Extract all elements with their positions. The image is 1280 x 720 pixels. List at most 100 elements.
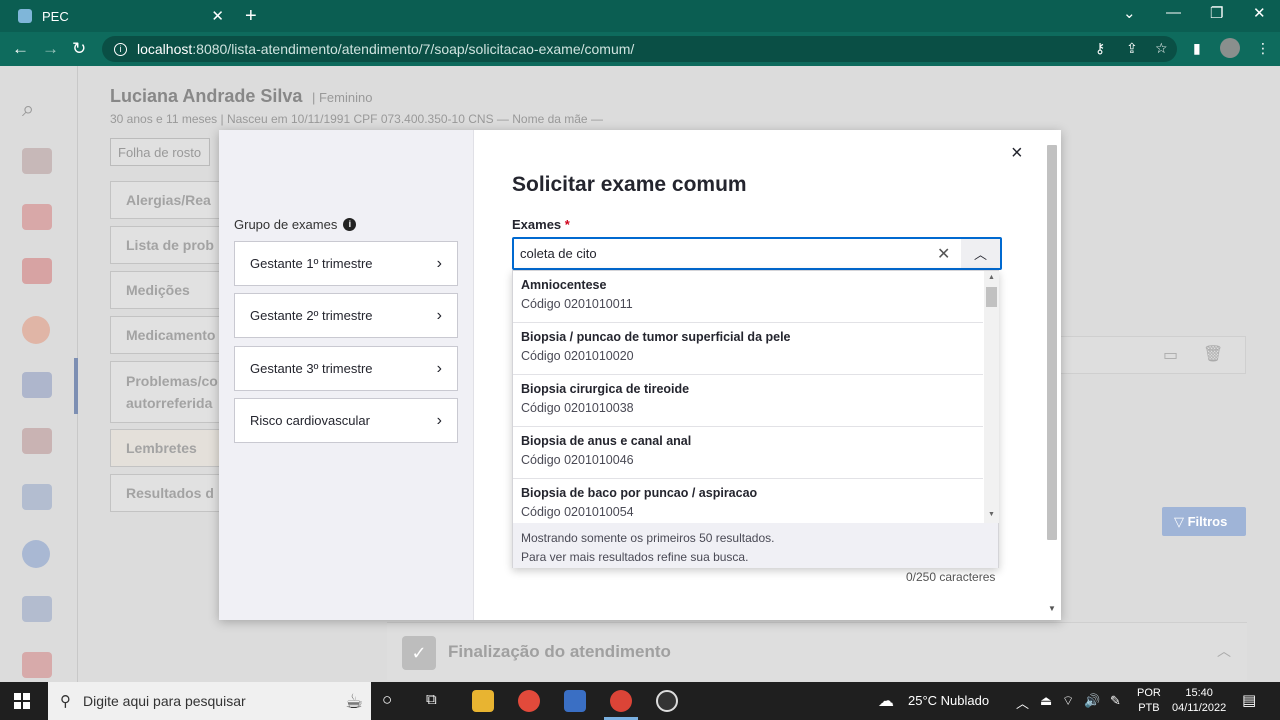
notification-icon[interactable]: ▤ bbox=[1242, 691, 1256, 709]
list-item[interactable]: Amniocentese Código 0201010011 bbox=[513, 271, 983, 323]
tab-close-icon[interactable]: ✕ bbox=[211, 7, 224, 25]
search-icon[interactable]: ⌕ bbox=[22, 96, 52, 122]
clear-icon[interactable]: ✕ bbox=[937, 244, 950, 264]
tray-chevron-icon[interactable]: ︿ bbox=[1016, 693, 1029, 712]
list-item[interactable]: Biopsia de baco por puncao / aspiracao C… bbox=[513, 479, 983, 523]
task-view-icon[interactable]: ⧉ bbox=[426, 691, 437, 708]
clock[interactable]: 15:40 04/11/2022 bbox=[1172, 686, 1226, 716]
comment-icon[interactable]: ▭ bbox=[1163, 345, 1178, 365]
list-item[interactable]: Biopsia cirurgica de tireoide Código 020… bbox=[513, 375, 983, 427]
stethoscope-icon[interactable] bbox=[22, 372, 52, 398]
new-tab-icon[interactable]: + bbox=[245, 5, 257, 28]
windows-start-icon[interactable] bbox=[14, 693, 30, 709]
chevron-right-icon: › bbox=[436, 254, 442, 272]
patient-icon[interactable] bbox=[22, 316, 50, 344]
section-medicamentos[interactable]: Medicamento bbox=[110, 316, 222, 354]
required-mark: * bbox=[564, 217, 570, 232]
bookmark-star-icon[interactable]: ☆ bbox=[1155, 40, 1168, 57]
window-close-icon[interactable]: ✕ bbox=[1253, 4, 1266, 22]
exam-groups-panel: Grupo de exames i Gestante 1º trimestre ›… bbox=[219, 130, 474, 620]
weather-text[interactable]: 25°C Nublado bbox=[908, 693, 989, 708]
app-sidebar: ⌕ bbox=[0, 66, 78, 682]
network-app-icon[interactable] bbox=[564, 690, 586, 712]
wifi-icon[interactable]: ⌔ bbox=[1062, 693, 1074, 709]
tab-search-chevron-icon[interactable]: ⌄ bbox=[1123, 4, 1136, 22]
chevron-right-icon: › bbox=[436, 359, 442, 377]
dropdown-footer: Mostrando somente os primeiros 50 result… bbox=[513, 523, 998, 568]
site-info-icon[interactable]: i bbox=[114, 42, 127, 56]
dropdown-toggle[interactable]: ︿ bbox=[961, 239, 1000, 268]
browser-address-bar: ← → ↻ i localhost:8080/lista-atendimento… bbox=[0, 32, 1280, 66]
filtros-button[interactable]: ▽ Filtros bbox=[1162, 507, 1246, 536]
tab-folha-de-rosto[interactable]: Folha de rosto bbox=[110, 138, 210, 166]
section-medicoes[interactable]: Medições bbox=[110, 271, 222, 309]
chrome-icon[interactable] bbox=[518, 690, 540, 712]
side-panel-icon[interactable]: ▮ bbox=[1193, 40, 1201, 57]
trash-icon[interactable]: 🗑 bbox=[1203, 344, 1223, 364]
patient-sex: | Feminino bbox=[312, 90, 373, 105]
dropdown-scrollbar[interactable]: ▲ ▼ bbox=[984, 271, 999, 523]
browser-tab[interactable]: PEC ✕ bbox=[8, 0, 234, 32]
group-gestante-2[interactable]: Gestante 2º trimestre › bbox=[234, 293, 458, 338]
list-item[interactable]: Biopsia de anus e canal anal Código 0201… bbox=[513, 427, 983, 479]
user-map-icon[interactable] bbox=[22, 540, 50, 568]
usb-icon[interactable]: ⏏ bbox=[1040, 693, 1052, 709]
section-lista-problemas[interactable]: Lista de prob bbox=[110, 226, 222, 264]
scroll-up-arrow-icon[interactable]: ▲ bbox=[988, 274, 995, 281]
group-gestante-3-label: Gestante 3º trimestre bbox=[250, 361, 373, 376]
section-lembretes[interactable]: Lembretes bbox=[110, 429, 222, 467]
taskbar-search[interactable]: ⚲ Digite aqui para pesquisar ☕ bbox=[48, 682, 371, 720]
modal-close-icon[interactable]: × bbox=[1011, 142, 1023, 165]
list-search-icon[interactable] bbox=[22, 148, 52, 174]
queue-icon[interactable] bbox=[22, 428, 52, 454]
scroll-down-arrow-icon[interactable]: ▼ bbox=[1048, 604, 1056, 613]
browser-tab-bar: PEC ✕ + ⌄ — ❐ ✕ bbox=[0, 0, 1280, 32]
group-gestante-2-label: Gestante 2º trimestre bbox=[250, 308, 373, 323]
footer-line-1: Mostrando somente os primeiros 50 result… bbox=[521, 531, 775, 545]
restore-icon[interactable]: ❐ bbox=[1210, 4, 1223, 22]
back-icon[interactable]: ← bbox=[12, 39, 29, 59]
reload-icon[interactable]: ↻ bbox=[72, 39, 86, 59]
cloud-icon: ☁ bbox=[878, 693, 894, 710]
section-problemas-line2: autorreferida bbox=[126, 395, 213, 411]
minimize-icon[interactable]: — bbox=[1166, 4, 1181, 21]
browser-menu-icon[interactable]: ⋮ bbox=[1256, 40, 1270, 57]
filtros-label: Filtros bbox=[1187, 514, 1228, 529]
report-icon[interactable] bbox=[22, 596, 52, 622]
pen-icon[interactable]: ✎ bbox=[1110, 693, 1121, 709]
chevron-up-icon[interactable]: ︿ bbox=[1217, 641, 1231, 661]
finalizacao-section[interactable]: ✓ Finalização do atendimento ︿ bbox=[387, 622, 1247, 680]
chrome-active-icon[interactable] bbox=[610, 690, 632, 712]
settings-list-icon[interactable] bbox=[22, 484, 52, 510]
list-item[interactable]: Biopsia / puncao de tumor superficial da… bbox=[513, 323, 983, 375]
group-gestante-1[interactable]: Gestante 1º trimestre › bbox=[234, 241, 458, 286]
section-alergias[interactable]: Alergias/Rea bbox=[110, 181, 222, 219]
group-gestante-3[interactable]: Gestante 3º trimestre › bbox=[234, 346, 458, 391]
section-resultados[interactable]: Resultados d bbox=[110, 474, 222, 512]
url-field[interactable]: i localhost:8080/lista-atendimento/atend… bbox=[102, 36, 1177, 62]
sidebar-active-indicator bbox=[74, 358, 78, 414]
taskbar-search-placeholder: Digite aqui para pesquisar bbox=[83, 693, 246, 709]
section-problemas-autorreferidas[interactable]: Problemas/co autorreferida bbox=[110, 361, 222, 423]
modal-scrollbar[interactable] bbox=[1047, 145, 1057, 540]
group-risco-cardiovascular[interactable]: Risco cardiovascular › bbox=[234, 398, 458, 443]
file-explorer-icon[interactable] bbox=[472, 690, 494, 712]
key-icon[interactable]: ⚷ bbox=[1095, 40, 1105, 57]
exames-label-text: Exames bbox=[512, 217, 562, 232]
forward-icon[interactable]: → bbox=[42, 39, 59, 59]
scroll-down-arrow-icon[interactable]: ▼ bbox=[988, 511, 995, 518]
dropdown-scroll-thumb[interactable] bbox=[986, 287, 997, 307]
share-icon[interactable]: ⇪ bbox=[1126, 40, 1138, 57]
profile-avatar[interactable] bbox=[1220, 38, 1240, 58]
cortana-icon[interactable]: ○ bbox=[382, 690, 392, 710]
calendar-icon[interactable] bbox=[22, 204, 52, 230]
document-icon[interactable] bbox=[22, 258, 52, 284]
chart-icon[interactable] bbox=[22, 652, 52, 678]
info-icon[interactable]: i bbox=[343, 218, 357, 231]
chevron-right-icon: › bbox=[436, 411, 442, 429]
speaker-icon[interactable]: 🔊 bbox=[1084, 693, 1100, 709]
exames-search-input[interactable] bbox=[512, 237, 1002, 270]
recorder-icon[interactable] bbox=[656, 690, 678, 712]
language-indicator[interactable]: POR PTB bbox=[1137, 686, 1161, 716]
section-problemas-line1: Problemas/co bbox=[126, 373, 218, 389]
